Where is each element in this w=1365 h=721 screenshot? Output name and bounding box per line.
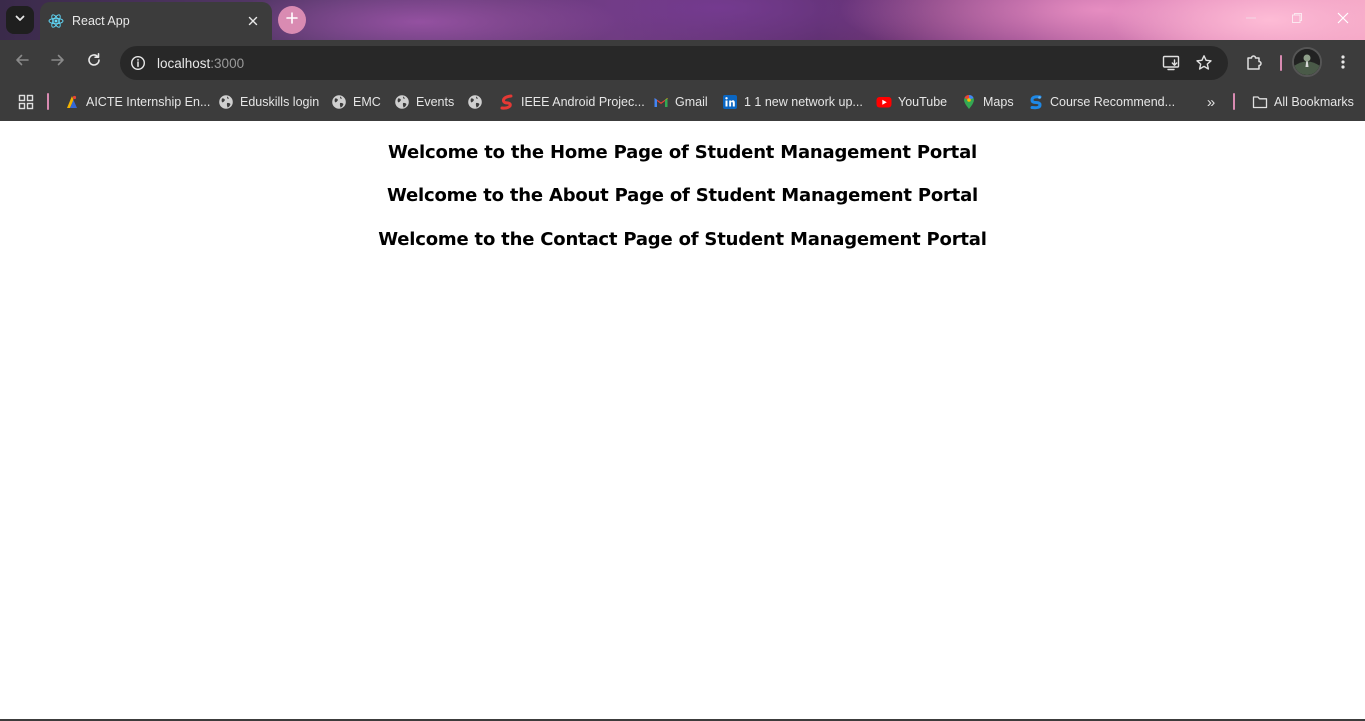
bookmark-events[interactable]: Events	[394, 90, 454, 114]
arrow-left-icon	[14, 52, 30, 73]
gmail-icon	[653, 94, 669, 110]
bookmarks-bar: AICTE Internship En... Eduskills login E…	[0, 84, 1365, 121]
url-port: :3000	[210, 55, 245, 71]
bookmark-label: EMC	[353, 95, 381, 109]
minimize-button[interactable]	[1228, 0, 1274, 40]
home-heading: Welcome to the Home Page of Student Mana…	[387, 142, 977, 163]
back-button[interactable]	[8, 48, 36, 76]
bookmark-gmail[interactable]: Gmail	[653, 90, 708, 114]
globe-icon	[394, 94, 410, 110]
globe-icon	[467, 94, 483, 110]
close-window-button[interactable]	[1320, 0, 1365, 40]
toolbar-divider	[1280, 55, 1282, 71]
apps-grid-icon[interactable]	[16, 92, 36, 112]
contact-heading: Welcome to the Contact Page of Student M…	[378, 229, 987, 250]
maps-icon	[961, 94, 977, 110]
chevron-down-icon	[14, 11, 26, 29]
bookmark-star-icon[interactable]	[1194, 53, 1214, 73]
bookmark-emc[interactable]: EMC	[331, 90, 381, 114]
minimize-icon	[1245, 11, 1257, 29]
youtube-icon	[876, 94, 892, 110]
all-bookmarks-button[interactable]: All Bookmarks	[1252, 90, 1354, 114]
forward-button[interactable]	[44, 48, 72, 76]
bookmark-label: Maps	[983, 95, 1014, 109]
ieee-icon	[499, 94, 515, 110]
bookmark-aicte[interactable]: AICTE Internship En...	[64, 90, 210, 114]
more-bookmarks-chevron-icon[interactable]: »	[1201, 92, 1221, 112]
bookmark-label: Gmail	[675, 95, 708, 109]
arrow-right-icon	[50, 52, 66, 73]
bookmark-label: Eduskills login	[240, 95, 320, 109]
reload-icon	[86, 52, 102, 73]
page-content: Welcome to the Home Page of Student Mana…	[0, 121, 1365, 721]
url-host: localhost	[157, 55, 211, 71]
bookmark-label: AICTE Internship En...	[86, 95, 211, 109]
react-logo-icon	[48, 13, 64, 29]
profile-avatar[interactable]	[1292, 47, 1322, 77]
close-icon	[1337, 11, 1349, 29]
bookmark-course-recommend[interactable]: Course Recommend...	[1028, 90, 1175, 114]
new-tab-button[interactable]	[278, 6, 306, 34]
linkedin-icon	[722, 94, 738, 110]
bookmark-youtube[interactable]: YouTube	[876, 90, 947, 114]
bookmark-label: 1 1 new network up...	[744, 95, 863, 109]
browser-tab-active[interactable]: React App	[40, 2, 272, 40]
install-app-icon[interactable]	[1161, 53, 1181, 73]
aicte-icon	[64, 94, 80, 110]
globe-icon	[331, 94, 347, 110]
browser-toolbar: localhost:3000	[0, 40, 1365, 84]
close-tab-icon[interactable]	[244, 12, 262, 30]
bookmarks-divider	[1233, 93, 1235, 110]
restore-icon	[1291, 11, 1303, 29]
bookmarks-divider	[47, 93, 49, 110]
globe-icon	[218, 94, 234, 110]
url-text[interactable]: localhost:3000	[157, 56, 244, 71]
more-menu-icon[interactable]	[1332, 51, 1354, 73]
bookmark-label: Course Recommend...	[1050, 95, 1176, 109]
bookmark-linkedin[interactable]: 1 1 new network up...	[722, 90, 863, 114]
bookmark-label: YouTube	[898, 95, 948, 109]
bookmark-untitled[interactable]	[467, 90, 489, 114]
bookmark-label: Events	[416, 95, 455, 109]
address-bar[interactable]: localhost:3000	[120, 46, 1228, 80]
restore-button[interactable]	[1274, 0, 1320, 40]
tab-strip: React App	[0, 0, 1365, 40]
site-info-icon[interactable]	[128, 53, 148, 73]
bookmark-eduskills[interactable]: Eduskills login	[218, 90, 319, 114]
all-bookmarks-label: All Bookmarks	[1274, 95, 1354, 109]
extensions-puzzle-icon[interactable]	[1243, 51, 1265, 73]
reload-button[interactable]	[80, 48, 108, 76]
plus-icon	[286, 11, 298, 29]
tab-title: React App	[72, 14, 130, 28]
bookmark-label: IEEE Android Projec...	[521, 95, 645, 109]
about-heading: Welcome to the About Page of Student Man…	[386, 185, 978, 206]
tab-search-button[interactable]	[6, 6, 34, 34]
course-icon	[1028, 94, 1044, 110]
bookmark-maps[interactable]: Maps	[961, 90, 1014, 114]
folder-icon	[1252, 94, 1268, 110]
bookmark-ieee[interactable]: IEEE Android Projec...	[499, 90, 645, 114]
